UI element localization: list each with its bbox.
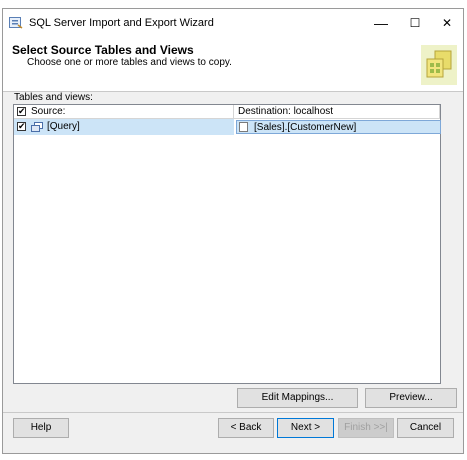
query-icon xyxy=(31,122,43,132)
destination-dropdown-icon[interactable] xyxy=(239,122,248,132)
help-button[interactable]: Help xyxy=(13,418,69,438)
maximize-button[interactable]: ☐ xyxy=(398,9,432,37)
close-button[interactable]: ✕ xyxy=(430,9,464,37)
source-header-label: Source: xyxy=(31,106,66,117)
preview-button[interactable]: Preview... xyxy=(365,388,457,408)
table-row[interactable]: ✔ [Query] [Sales].[CustomerNew] xyxy=(14,119,441,135)
tables-label: Tables and views: xyxy=(14,92,93,103)
minimize-button[interactable]: — xyxy=(364,9,398,37)
select-all-checkbox[interactable]: ✔ xyxy=(17,107,26,116)
source-cell[interactable]: ✔ [Query] xyxy=(14,119,234,135)
wizard-graphic-icon xyxy=(421,45,457,85)
destination-cell[interactable]: [Sales].[CustomerNew] xyxy=(236,120,441,134)
page-subtitle: Choose one or more tables and views to c… xyxy=(27,57,232,68)
destination-header-label: Destination: localhost xyxy=(238,106,334,117)
tables-list[interactable]: ✔ Source: Destination: localhost ✔ [Quer… xyxy=(13,104,441,384)
wizard-header: Select Source Tables and Views Choose on… xyxy=(3,37,463,92)
back-button[interactable]: < Back xyxy=(218,418,274,438)
page-title: Select Source Tables and Views xyxy=(12,43,194,57)
destination-column-header[interactable]: Destination: localhost xyxy=(234,105,440,119)
wizard-window: SQL Server Import and Export Wizard — ☐ … xyxy=(2,8,464,454)
source-name: [Query] xyxy=(47,121,80,132)
finish-button: Finish >>| xyxy=(338,418,394,438)
row-checkbox[interactable]: ✔ xyxy=(17,122,26,131)
footer-divider xyxy=(3,412,463,413)
cancel-button[interactable]: Cancel xyxy=(397,418,454,438)
next-button[interactable]: Next > xyxy=(277,418,334,438)
wizard-app-icon xyxy=(9,17,23,29)
title-bar: SQL Server Import and Export Wizard — ☐ … xyxy=(3,9,463,37)
destination-name: [Sales].[CustomerNew] xyxy=(254,122,357,133)
window-title: SQL Server Import and Export Wizard xyxy=(29,17,214,29)
edit-mappings-button[interactable]: Edit Mappings... xyxy=(237,388,358,408)
source-column-header[interactable]: ✔ Source: xyxy=(14,105,234,119)
